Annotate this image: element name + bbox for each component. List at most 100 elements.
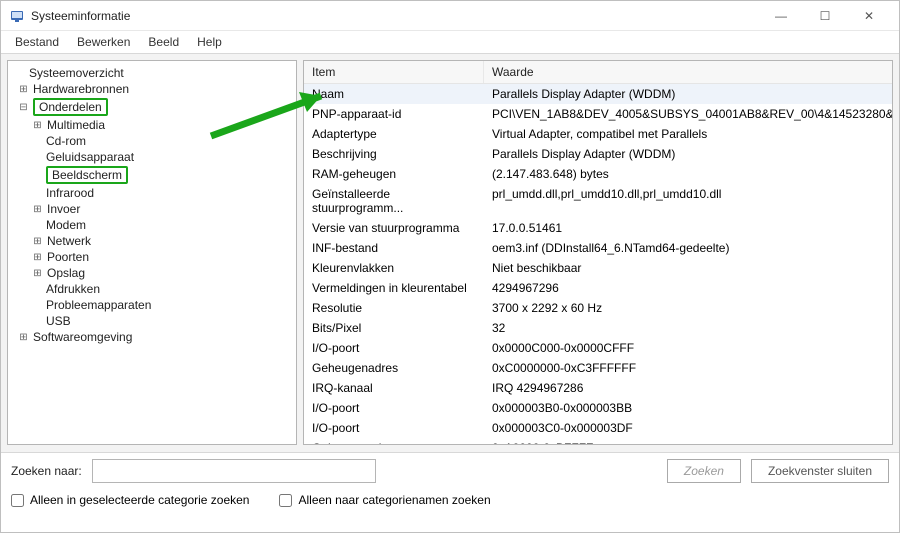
cell-value: 3700 x 2292 x 60 Hz [484,300,892,316]
table-row[interactable]: Geïnstalleerde stuurprogramm...prl_umdd.… [304,184,892,218]
cell-key: I/O-poort [304,420,484,436]
table-row[interactable]: RAM-geheugen(2.147.483.648) bytes [304,164,892,184]
cell-value: Parallels Display Adapter (WDDM) [484,86,892,102]
cell-key: RAM-geheugen [304,166,484,182]
tree-afdrukken[interactable]: Afdrukken [10,281,294,297]
cell-value: 0x0000C000-0x0000CFFF [484,340,892,356]
cell-value: prl_umdd.dll,prl_umdd10.dll,prl_umdd10.d… [484,186,892,216]
table-row[interactable]: PNP-apparaat-idPCI\VEN_1AB8&DEV_4005&SUB… [304,104,892,124]
table-row[interactable]: Bits/Pixel32 [304,318,892,338]
cell-value: 17.0.0.51461 [484,220,892,236]
cell-value: Parallels Display Adapter (WDDM) [484,146,892,162]
detail-panel: Item Waarde NaamParallels Display Adapte… [303,60,893,445]
cell-value: PCI\VEN_1AB8&DEV_4005&SUBSYS_04001AB8&RE… [484,106,892,122]
tree-invoer[interactable]: ⊞Invoer [10,201,294,217]
tree-opslag[interactable]: ⊞Opslag [10,265,294,281]
table-row[interactable]: Versie van stuurprogramma17.0.0.51461 [304,218,892,238]
tree-netwerk[interactable]: ⊞Netwerk [10,233,294,249]
maximize-button[interactable]: ☐ [803,1,847,31]
cell-key: Vermeldingen in kleurentabel [304,280,484,296]
cell-key: IRQ-kanaal [304,380,484,396]
cell-value: 0x000003B0-0x000003BB [484,400,892,416]
cell-key: Geheugenadres [304,360,484,376]
table-row[interactable]: INF-bestandoem3.inf (DDInstall64_6.NTamd… [304,238,892,258]
check-category-names[interactable]: Alleen naar categorienamen zoeken [279,493,490,507]
table-row[interactable]: IRQ-kanaalIRQ 4294967286 [304,378,892,398]
cell-value: 0xC0000000-0xC3FFFFFF [484,360,892,376]
check-selected-category[interactable]: Alleen in geselecteerde categorie zoeken [11,493,249,507]
table-body: NaamParallels Display Adapter (WDDM)PNP-… [304,84,892,445]
tree-modem[interactable]: Modem [10,217,294,233]
col-waarde[interactable]: Waarde [484,61,892,83]
table-row[interactable]: AdaptertypeVirtual Adapter, compatibel m… [304,124,892,144]
close-search-button[interactable]: Zoekvenster sluiten [751,459,889,483]
expand-icon[interactable]: ⊞ [18,332,29,343]
cell-key: Beschrijving [304,146,484,162]
cell-key: Bits/Pixel [304,320,484,336]
menu-help[interactable]: Help [189,33,230,51]
cell-value: 4294967296 [484,280,892,296]
cell-value: Virtual Adapter, compatibel met Parallel… [484,126,892,142]
tree-root[interactable]: Systeemoverzicht [10,65,294,81]
cell-key: Naam [304,86,484,102]
window-title: Systeeminformatie [31,9,130,23]
tree-cdrom[interactable]: Cd-rom [10,133,294,149]
tree-panel: Systeemoverzicht ⊞Hardwarebronnen ⊟Onder… [7,60,297,445]
expand-icon[interactable]: ⊞ [32,268,43,279]
menubar: Bestand Bewerken Beeld Help [1,31,899,54]
tree-usb[interactable]: USB [10,313,294,329]
tree-geluidsapparaat[interactable]: Geluidsapparaat [10,149,294,165]
cell-key: Versie van stuurprogramma [304,220,484,236]
table-row[interactable]: Geheugenadres0xA0000-0xBFFFF [304,438,892,445]
table-row[interactable]: BeschrijvingParallels Display Adapter (W… [304,144,892,164]
table-row[interactable]: Vermeldingen in kleurentabel4294967296 [304,278,892,298]
search-button[interactable]: Zoeken [667,459,741,483]
cell-key: Resolutie [304,300,484,316]
cell-value: 0xA0000-0xBFFFF [484,440,892,445]
tree-hardwarebronnen[interactable]: ⊞Hardwarebronnen [10,81,294,97]
cell-key: I/O-poort [304,340,484,356]
tree-beeldscherm[interactable]: Beeldscherm [10,165,294,185]
cell-value: (2.147.483.648) bytes [484,166,892,182]
app-icon [9,8,25,24]
tree-poorten[interactable]: ⊞Poorten [10,249,294,265]
menu-bewerken[interactable]: Bewerken [69,33,138,51]
close-button[interactable]: ✕ [847,1,891,31]
cell-key: Geheugenadres [304,440,484,445]
menu-bestand[interactable]: Bestand [7,33,67,51]
table-row[interactable]: Resolutie3700 x 2292 x 60 Hz [304,298,892,318]
cell-key: Adaptertype [304,126,484,142]
tree-infrarood[interactable]: Infrarood [10,185,294,201]
cell-value: IRQ 4294967286 [484,380,892,396]
table-row[interactable]: Geheugenadres0xC0000000-0xC3FFFFFF [304,358,892,378]
titlebar: Systeeminformatie — ☐ ✕ [1,1,899,31]
table-row[interactable]: I/O-poort0x000003C0-0x000003DF [304,418,892,438]
expand-icon[interactable]: ⊞ [18,84,29,95]
table-row[interactable]: NaamParallels Display Adapter (WDDM) [304,84,892,104]
search-bar: Zoeken naar: Zoeken Zoekvenster sluiten … [1,452,899,532]
tree-probleemapparaten[interactable]: Probleemapparaten [10,297,294,313]
search-input[interactable] [92,459,377,483]
tree-multimedia[interactable]: ⊞Multimedia [10,117,294,133]
expand-icon[interactable]: ⊞ [32,204,43,215]
cell-key: PNP-apparaat-id [304,106,484,122]
table-row[interactable]: I/O-poort0x0000C000-0x0000CFFF [304,338,892,358]
table-row[interactable]: I/O-poort0x000003B0-0x000003BB [304,398,892,418]
expand-icon[interactable]: ⊞ [32,120,43,131]
col-item[interactable]: Item [304,61,484,83]
cell-key: INF-bestand [304,240,484,256]
collapse-icon[interactable]: ⊟ [18,102,29,113]
cell-key: Kleurenvlakken [304,260,484,276]
cell-value: 32 [484,320,892,336]
expand-icon[interactable]: ⊞ [32,236,43,247]
menu-beeld[interactable]: Beeld [140,33,187,51]
search-label: Zoeken naar: [11,464,82,478]
minimize-button[interactable]: — [759,1,803,31]
table-row[interactable]: KleurenvlakkenNiet beschikbaar [304,258,892,278]
tree-softwareomgeving[interactable]: ⊞Softwareomgeving [10,329,294,345]
cell-value: Niet beschikbaar [484,260,892,276]
tree-onderdelen[interactable]: ⊟Onderdelen [10,97,294,117]
cell-key: Geïnstalleerde stuurprogramm... [304,186,484,216]
expand-icon[interactable]: ⊞ [32,252,43,263]
cell-key: I/O-poort [304,400,484,416]
